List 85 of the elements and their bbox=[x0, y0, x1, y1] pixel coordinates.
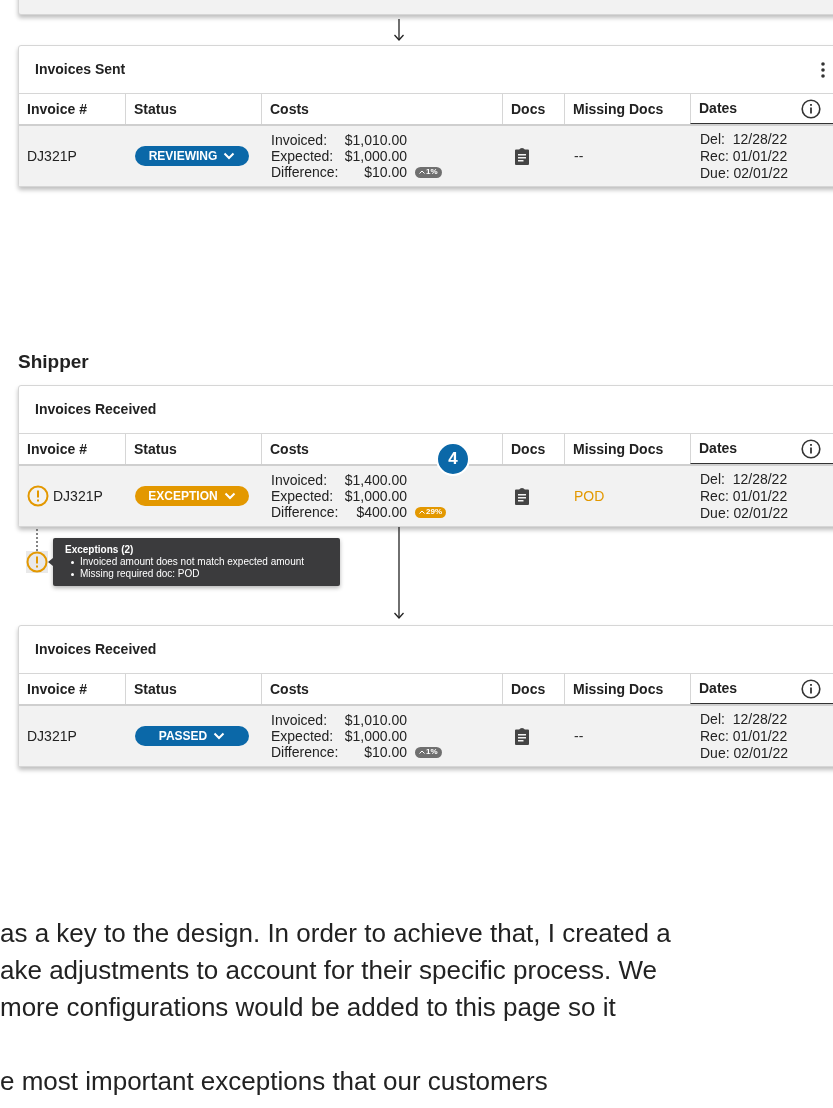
bullet-icon bbox=[71, 560, 74, 564]
card-title: Invoices Sent bbox=[35, 60, 126, 79]
cost-label: Expected: bbox=[271, 488, 334, 504]
date-line: Due: 02/01/22 bbox=[700, 164, 789, 182]
cost-label: Invoiced: bbox=[271, 712, 328, 728]
arrow-icon bbox=[393, 527, 405, 619]
tooltip-title: Exceptions (2) bbox=[65, 544, 135, 556]
invoice-number: DJ321P bbox=[53, 486, 103, 506]
cost-amount: $10.00 bbox=[364, 164, 407, 180]
cost-amount: $1,400.00 bbox=[344, 472, 407, 488]
column-header: Dates bbox=[699, 99, 738, 118]
status-dropdown[interactable]: PASSED bbox=[135, 726, 249, 746]
column-header: Docs bbox=[511, 679, 546, 699]
column-header: Costs bbox=[270, 439, 309, 459]
column-header: Docs bbox=[511, 439, 546, 459]
cost-label: Expected: bbox=[271, 728, 334, 744]
arrow-icon bbox=[393, 19, 405, 41]
clipboard-icon[interactable] bbox=[514, 147, 530, 165]
bullet-icon bbox=[71, 572, 74, 576]
date-line: Due: 02/01/22 bbox=[700, 504, 789, 522]
info-icon[interactable] bbox=[801, 98, 821, 119]
change-badge: 1% bbox=[415, 166, 442, 178]
tooltip-item: Invoiced amount does not match expected amount bbox=[80, 556, 305, 568]
clipboard-icon[interactable] bbox=[514, 487, 530, 505]
dotted-connector bbox=[36, 529, 38, 551]
column-header: Dates bbox=[699, 439, 738, 458]
column-header: Costs bbox=[270, 679, 309, 699]
cost-amount: $1,000.00 bbox=[344, 148, 407, 164]
cost-label: Expected: bbox=[271, 148, 334, 164]
card-title: Invoices Received bbox=[35, 400, 157, 419]
column-header: Status bbox=[134, 679, 177, 699]
column-header: Status bbox=[134, 99, 177, 119]
info-icon[interactable] bbox=[801, 438, 821, 459]
column-header: Status bbox=[134, 439, 177, 459]
clipboard-icon[interactable] bbox=[514, 727, 530, 745]
warning-icon bbox=[26, 551, 48, 573]
cost-label: Difference: bbox=[271, 504, 339, 520]
body-text-line: ake adjustments to account for their specific process. We bbox=[0, 954, 659, 987]
body-text-line: e most important exceptions that our customers bbox=[0, 1065, 549, 1098]
date-line: Del: 12/28/22 bbox=[700, 710, 789, 728]
column-header: Invoice # bbox=[27, 439, 87, 459]
date-line: Del: 12/28/22 bbox=[700, 130, 789, 148]
body-text-line: more configurations would be added to this page so it bbox=[0, 991, 617, 1024]
change-badge: 1% bbox=[415, 746, 442, 758]
missing-docs-value: -- bbox=[574, 146, 584, 166]
cost-label: Invoiced: bbox=[271, 132, 328, 148]
section-title: Shipper bbox=[18, 350, 90, 374]
column-header: Invoice # bbox=[27, 99, 87, 119]
change-badge: 29% bbox=[415, 506, 446, 518]
cost-label: Difference: bbox=[271, 164, 339, 180]
cost-amount: $400.00 bbox=[356, 504, 407, 520]
date-line: Rec: 01/01/22 bbox=[700, 727, 789, 745]
chevron-down-icon bbox=[223, 492, 236, 500]
date-line: Rec: 01/01/22 bbox=[700, 147, 789, 165]
missing-docs-value: POD bbox=[574, 486, 605, 506]
card-title: Invoices Received bbox=[35, 640, 157, 659]
invoice-number: DJ321P bbox=[27, 726, 77, 746]
body-text-line: as a key to the design. In order to achieve that, I created a bbox=[0, 917, 672, 950]
column-header: Dates bbox=[699, 679, 738, 698]
missing-docs-value: -- bbox=[574, 726, 584, 746]
more-menu-icon[interactable] bbox=[821, 61, 825, 78]
column-header: Missing Docs bbox=[573, 439, 664, 459]
step-badge: 4 bbox=[436, 442, 470, 476]
info-icon[interactable] bbox=[801, 678, 821, 699]
date-line: Due: 02/01/22 bbox=[700, 744, 789, 762]
chevron-down-icon bbox=[213, 732, 226, 740]
cost-label: Invoiced: bbox=[271, 472, 328, 488]
cost-label: Difference: bbox=[271, 744, 339, 760]
invoice-number: DJ321P bbox=[27, 146, 77, 166]
column-header: Costs bbox=[270, 99, 309, 119]
column-header: Missing Docs bbox=[573, 679, 664, 699]
status-dropdown[interactable]: REVIEWING bbox=[135, 146, 249, 166]
cost-amount: $1,000.00 bbox=[344, 728, 407, 744]
cost-amount: $1,010.00 bbox=[344, 712, 407, 728]
cost-amount: $1,010.00 bbox=[344, 132, 407, 148]
column-header: Docs bbox=[511, 99, 546, 119]
column-header: Invoice # bbox=[27, 679, 87, 699]
cost-amount: $1,000.00 bbox=[344, 488, 407, 504]
warning-icon bbox=[27, 485, 49, 507]
cost-amount: $10.00 bbox=[364, 744, 407, 760]
column-header: Missing Docs bbox=[573, 99, 664, 119]
chevron-down-icon bbox=[223, 152, 236, 160]
tooltip-item: Missing required doc: POD bbox=[80, 568, 200, 580]
date-line: Del: 12/28/22 bbox=[700, 470, 789, 488]
date-line: Rec: 01/01/22 bbox=[700, 487, 789, 505]
